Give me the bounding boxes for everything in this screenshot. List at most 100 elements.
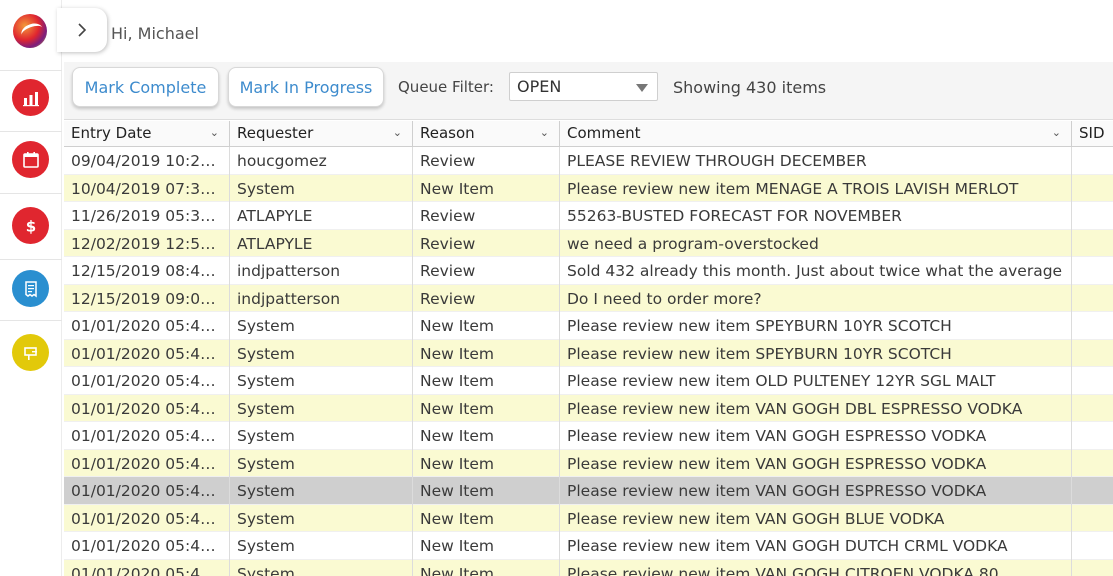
cell-entry-date: 01/01/2020 05:44 A: [64, 394, 230, 422]
cell-entry-date: 12/02/2019 12:55 P: [64, 229, 230, 257]
cell-requester: System: [230, 394, 413, 422]
column-header-entry-date[interactable]: Entry Date ⌄: [64, 121, 230, 147]
cell-requester: System: [230, 312, 413, 340]
cell-sid: [1072, 147, 1113, 175]
table-row[interactable]: 12/15/2019 09:01 Pindjpatterson Review Do …: [64, 284, 1113, 312]
queue-filter-value: OPEN: [517, 77, 562, 96]
cell-entry-date: 09/04/2019 10:22 A: [64, 147, 230, 175]
sidebar-item-pricing[interactable]: $: [12, 207, 49, 244]
cell-comment: Please review new item OLD PULTENEY 12YR…: [560, 367, 1072, 395]
svg-text:$: $: [25, 217, 35, 235]
receipt-icon: [24, 280, 37, 297]
column-label: Requester: [237, 124, 314, 142]
table-row[interactable]: 10/04/2019 07:37 P System New Item Please r…: [64, 174, 1113, 203]
cell-requester: ATLAPYLE: [230, 202, 413, 230]
sidebar-item-signs[interactable]: [12, 334, 49, 371]
table-row[interactable]: 01/01/2020 05:44 A System New Item Please r…: [64, 532, 1113, 560]
sidebar-item-orders[interactable]: [12, 270, 49, 307]
chevron-right-icon: [78, 23, 87, 37]
sidebar-item-reports[interactable]: [12, 79, 49, 116]
cell-sid: [1072, 395, 1113, 423]
cell-sid: [1072, 340, 1113, 368]
cell-entry-date: 01/01/2020 05:44 A: [64, 504, 230, 532]
cell-comment: Do I need to order more?: [560, 284, 1072, 312]
cell-sid: [1072, 532, 1113, 560]
cell-entry-date: 01/01/2020 05:44 A: [64, 367, 230, 395]
sidebar-divider: [0, 131, 62, 132]
cell-requester: System: [230, 504, 413, 532]
cell-sid: [1072, 257, 1113, 285]
cell-requester: indjpatterson: [230, 257, 413, 285]
column-header-reason[interactable]: Reason ⌄: [413, 121, 560, 147]
table-row[interactable]: 11/26/2019 05:31 P ATLAPYLE Review 55263-BU…: [64, 202, 1113, 230]
table-row[interactable]: 01/01/2020 05:44 A System New Item Please r…: [64, 339, 1113, 368]
table-row[interactable]: 12/02/2019 12:55 P ATLAPYLE Review we need …: [64, 229, 1113, 258]
cell-reason: New Item: [413, 174, 560, 202]
queue-filter-label: Queue Filter:: [398, 78, 494, 96]
column-header-sid[interactable]: SID: [1072, 121, 1113, 147]
cell-entry-date: 12/15/2019 08:48 A: [64, 257, 230, 285]
cell-entry-date: 01/01/2020 05:44 A: [64, 449, 230, 477]
table-row[interactable]: 01/01/2020 05:44 A System New Item Please r…: [64, 477, 1113, 505]
sidebar-toggle-button[interactable]: [57, 8, 107, 52]
table-row[interactable]: 01/01/2020 05:44 A System New Item Please r…: [64, 312, 1113, 340]
chevron-down-icon[interactable]: ⌄: [393, 126, 402, 139]
table-row[interactable]: 01/01/2020 05:44 A System New Item Please r…: [64, 367, 1113, 395]
table-row[interactable]: 01/01/2020 05:44 A System New Item Please r…: [64, 394, 1113, 423]
cell-sid: [1072, 312, 1113, 340]
table-body: 09/04/2019 10:22 Ahoucgomez Review PLEASE …: [64, 147, 1113, 576]
queue-table: Entry Date ⌄ Requester ⌄ Reason ⌄ Comment ⌄ …: [64, 121, 1113, 576]
cell-comment: 55263-BUSTED FORECAST FOR NOVEMBER: [560, 202, 1072, 230]
column-header-requester[interactable]: Requester ⌄: [230, 121, 413, 147]
table-row[interactable]: 01/01/2020 05:44 A System New Item Please r…: [64, 422, 1113, 450]
cell-comment: Please review new item VAN GOGH ESPRESSO…: [560, 422, 1072, 450]
cell-reason: Review: [413, 202, 560, 230]
cell-reason: Review: [413, 284, 560, 312]
cell-entry-date: 11/26/2019 05:31 P: [64, 202, 230, 230]
app-logo[interactable]: [13, 14, 47, 48]
cell-reason: New Item: [413, 504, 560, 532]
cell-reason: Review: [413, 147, 560, 175]
cell-sid: [1072, 202, 1113, 230]
table-row[interactable]: 01/01/2020 05:44 A System New Item Please r…: [64, 449, 1113, 477]
table-row[interactable]: 01/01/2020 05:44 A System New Item Please r…: [64, 559, 1113, 576]
cell-entry-date: 01/01/2020 05:44 A: [64, 312, 230, 340]
cell-sid: [1072, 230, 1113, 258]
cell-sid: [1072, 422, 1113, 450]
cell-requester: System: [230, 449, 413, 477]
chevron-down-icon[interactable]: ⌄: [210, 126, 219, 139]
table-row[interactable]: 09/04/2019 10:22 Ahoucgomez Review PLEASE …: [64, 147, 1113, 175]
cell-reason: New Item: [413, 477, 560, 505]
sidebar-item-calendar[interactable]: [12, 141, 49, 178]
mark-in-progress-button[interactable]: Mark In Progress: [228, 67, 384, 107]
column-label: Entry Date: [71, 124, 152, 142]
toolbar: Mark Complete Mark In Progress Queue Fil…: [64, 62, 1113, 120]
cell-comment: Please review new item VAN GOGH DBL ESPR…: [560, 394, 1072, 422]
mark-complete-button[interactable]: Mark Complete: [72, 67, 219, 107]
cell-requester: System: [230, 367, 413, 395]
table-row[interactable]: 12/15/2019 08:48 Aindjpatterson Review Sol…: [64, 257, 1113, 285]
cell-reason: New Item: [413, 394, 560, 422]
table-row[interactable]: 01/01/2020 05:44 A System New Item Please r…: [64, 504, 1113, 532]
calendar-icon: [22, 151, 39, 168]
cell-requester: indjpatterson: [230, 284, 413, 312]
cell-requester: ATLAPYLE: [230, 229, 413, 257]
sidebar-divider: [0, 70, 62, 71]
column-label: Comment: [567, 124, 641, 142]
sidebar-divider: [0, 320, 62, 321]
cell-sid: [1072, 175, 1113, 203]
chevron-down-icon[interactable]: ⌄: [1052, 126, 1061, 139]
dropdown-arrow-icon: [636, 84, 648, 92]
queue-filter-select[interactable]: OPEN: [509, 72, 658, 101]
chevron-down-icon[interactable]: ⌄: [540, 126, 549, 139]
column-label: Reason: [420, 124, 475, 142]
cell-comment: Please review new item SPEYBURN 10YR SCO…: [560, 339, 1072, 367]
cell-entry-date: 10/04/2019 07:37 P: [64, 174, 230, 202]
column-header-comment[interactable]: Comment ⌄: [560, 121, 1072, 147]
cell-requester: System: [230, 559, 413, 576]
cell-requester: houcgomez: [230, 147, 413, 175]
sidebar-divider: [0, 259, 62, 260]
cell-comment: Please review new item VAN GOGH DUTCH CR…: [560, 532, 1072, 560]
cell-reason: New Item: [413, 422, 560, 450]
cell-requester: System: [230, 174, 413, 202]
